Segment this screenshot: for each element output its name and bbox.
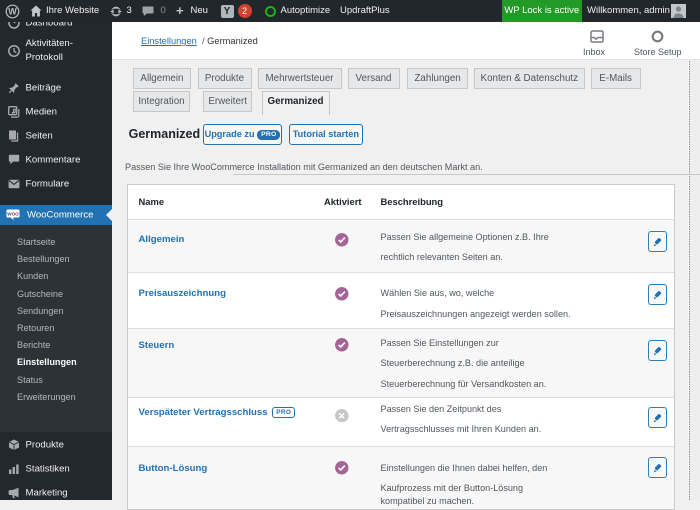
- svg-text:W: W: [8, 6, 17, 16]
- svg-text:WOO: WOO: [7, 211, 19, 216]
